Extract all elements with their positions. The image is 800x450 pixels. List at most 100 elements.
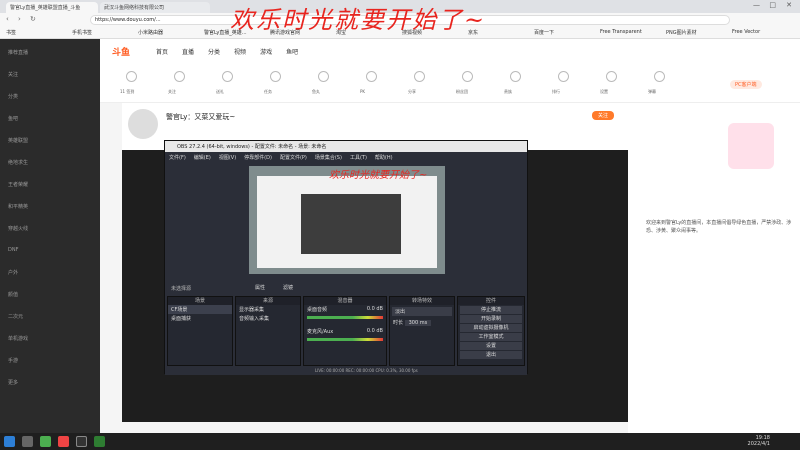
- sidebar-item[interactable]: 鱼吧: [8, 115, 18, 122]
- obs-control-button[interactable]: 停止推流: [460, 306, 522, 314]
- bookmark-item[interactable]: 书签: [6, 29, 16, 36]
- sidebar-item[interactable]: 关注: [8, 71, 18, 78]
- sidebar-item[interactable]: 手游: [8, 357, 18, 364]
- windows-start-icon[interactable]: [4, 436, 15, 447]
- taskbar: 19:18 2022/4/1: [0, 433, 800, 450]
- nav-item[interactable]: 直播: [182, 49, 194, 56]
- minimize-icon[interactable]: —: [753, 1, 760, 9]
- pc-client-badge[interactable]: PC客户端: [730, 80, 762, 89]
- sidebar-item[interactable]: 穿越火线: [8, 225, 28, 232]
- obs-menu-item[interactable]: 工具(T): [350, 155, 367, 161]
- nav-item[interactable]: 首页: [156, 49, 168, 56]
- reload-icon[interactable]: ↻: [30, 15, 36, 23]
- category-label: 贵族: [504, 89, 512, 94]
- sidebar-item[interactable]: 和平精英: [8, 203, 28, 210]
- nav-item[interactable]: 视频: [234, 49, 246, 56]
- obs-menu-item[interactable]: 帮助(H): [375, 155, 393, 161]
- category-icon[interactable]: [558, 71, 569, 82]
- obs-control-button[interactable]: 设置: [460, 342, 522, 350]
- category-icon[interactable]: [318, 71, 329, 82]
- source-item[interactable]: 音频输入采集: [236, 314, 300, 323]
- transitions-dock: 转场特效 淡出 时长 300 ms: [389, 296, 455, 366]
- bookmark-item[interactable]: PNG图片素材: [666, 29, 697, 36]
- streamer-name: 警官Ly：又菜又爱玩~: [166, 113, 236, 121]
- sidebar-item[interactable]: 英雄联盟: [8, 137, 28, 144]
- source-item[interactable]: 显示器采集: [236, 305, 300, 314]
- bookmark-item[interactable]: Free Transparent: [600, 29, 642, 35]
- chat-panel: 欢迎来到警官Ly的直播间，本直播间倡导绿色直播，严禁涉政、涉恐、涉黄、聚众闹事等…: [628, 103, 800, 433]
- category-icon[interactable]: [126, 71, 137, 82]
- nav-item[interactable]: 鱼吧: [286, 49, 298, 56]
- category-label: PK: [360, 89, 366, 94]
- bookmark-item[interactable]: 手机书签: [72, 29, 92, 36]
- bookmark-item[interactable]: 百度一下: [534, 29, 554, 36]
- sidebar-item[interactable]: DNF: [8, 247, 18, 253]
- obs-control-button[interactable]: 工作室模式: [460, 333, 522, 341]
- category-icon[interactable]: [654, 71, 665, 82]
- back-icon[interactable]: ‹: [6, 15, 9, 23]
- controls-title: 控件: [458, 297, 524, 305]
- red-envelope-banner[interactable]: [728, 123, 774, 169]
- scene-item[interactable]: CF场景: [168, 305, 232, 314]
- sidebar-item[interactable]: 分类: [8, 93, 18, 100]
- category-icon[interactable]: [270, 71, 281, 82]
- browser-icon[interactable]: [40, 436, 51, 447]
- category-icon[interactable]: [222, 71, 233, 82]
- douyu-logo[interactable]: 斗鱼: [112, 45, 130, 58]
- sidebar-item[interactable]: 更多: [8, 379, 18, 386]
- category-icon[interactable]: [174, 71, 185, 82]
- maximize-icon[interactable]: □: [769, 1, 776, 9]
- sidebar-item[interactable]: 户外: [8, 269, 18, 276]
- file-explorer-icon[interactable]: [22, 436, 33, 447]
- nav-item[interactable]: 游戏: [260, 49, 272, 56]
- category-label: 粉丝团: [456, 89, 468, 94]
- obs-menu-item[interactable]: 停靠部件(D): [244, 155, 272, 161]
- sidebar-item[interactable]: 王者荣耀: [8, 181, 28, 188]
- mixer-channel-name: 桌面音频: [307, 307, 328, 313]
- avatar[interactable]: [128, 109, 158, 139]
- category-label: 排行: [552, 89, 560, 94]
- filters-button[interactable]: 滤镜: [283, 284, 293, 291]
- obs-preview[interactable]: 欢乐时光就要开始了~: [249, 166, 445, 274]
- sidebar-item[interactable]: 绝地求生: [8, 159, 28, 166]
- wechat-icon[interactable]: [94, 436, 105, 447]
- category-icon[interactable]: [606, 71, 617, 82]
- obs-control-button[interactable]: 开始录制: [460, 315, 522, 323]
- obs-menubar: 文件(F) 编辑(E) 视图(V) 停靠部件(D) 配置文件(P) 场景集合(S) 工具(T…: [165, 152, 527, 162]
- properties-button[interactable]: 属性: [255, 284, 265, 291]
- category-icon[interactable]: [414, 71, 425, 82]
- sidebar-item[interactable]: 推荐直播: [8, 49, 28, 56]
- obs-menu-item[interactable]: 编辑(E): [194, 155, 211, 161]
- browser-tab-active[interactable]: 警官Ly直播_英雄联盟直播_斗鱼: [6, 2, 98, 13]
- browser-tab[interactable]: 武汉斗鱼网络科技有限公司: [100, 2, 210, 13]
- obs-control-button[interactable]: 启动虚拟摄像机: [460, 324, 522, 332]
- obs-control-button[interactable]: 退出: [460, 351, 522, 359]
- obs-menu-item[interactable]: 文件(F): [169, 155, 186, 161]
- category-icon[interactable]: [462, 71, 473, 82]
- obs-menu-item[interactable]: 配置文件(P): [280, 155, 307, 161]
- category-icon[interactable]: [366, 71, 377, 82]
- sidebar-item[interactable]: 二次元: [8, 313, 23, 320]
- clock-date: 2022/4/1: [747, 441, 770, 447]
- sidebar-item[interactable]: 单机游戏: [8, 335, 28, 342]
- follow-button[interactable]: 关注: [592, 111, 615, 120]
- transition-select[interactable]: 淡出: [392, 307, 452, 316]
- scene-item[interactable]: 桌面捕获: [168, 314, 232, 323]
- douyu-sidebar: 推荐直播关注分类鱼吧英雄联盟绝地求生王者荣耀和平精英穿越火线 DNF 户外颜值二次元…: [0, 39, 100, 433]
- category-label: 送礼: [216, 89, 224, 94]
- obs-menu-item[interactable]: 场景集合(S): [315, 155, 342, 161]
- nav-item[interactable]: 分类: [208, 49, 220, 56]
- forward-icon[interactable]: ›: [18, 15, 21, 23]
- duration-row: 时长 300 ms: [390, 318, 454, 327]
- app-icon[interactable]: [58, 436, 69, 447]
- bookmark-item[interactable]: Free Vector: [732, 29, 760, 35]
- sidebar-item[interactable]: 颜值: [8, 291, 18, 298]
- category-label: 鱼丸: [312, 89, 320, 94]
- category-icon[interactable]: [510, 71, 521, 82]
- obs-icon[interactable]: [76, 436, 87, 447]
- bookmark-item[interactable]: 小米路由器: [138, 29, 163, 36]
- duration-input[interactable]: 300 ms: [404, 320, 432, 326]
- transitions-title: 转场特效: [390, 297, 454, 305]
- obs-menu-item[interactable]: 视图(V): [219, 155, 236, 161]
- close-icon[interactable]: ✕: [786, 1, 792, 9]
